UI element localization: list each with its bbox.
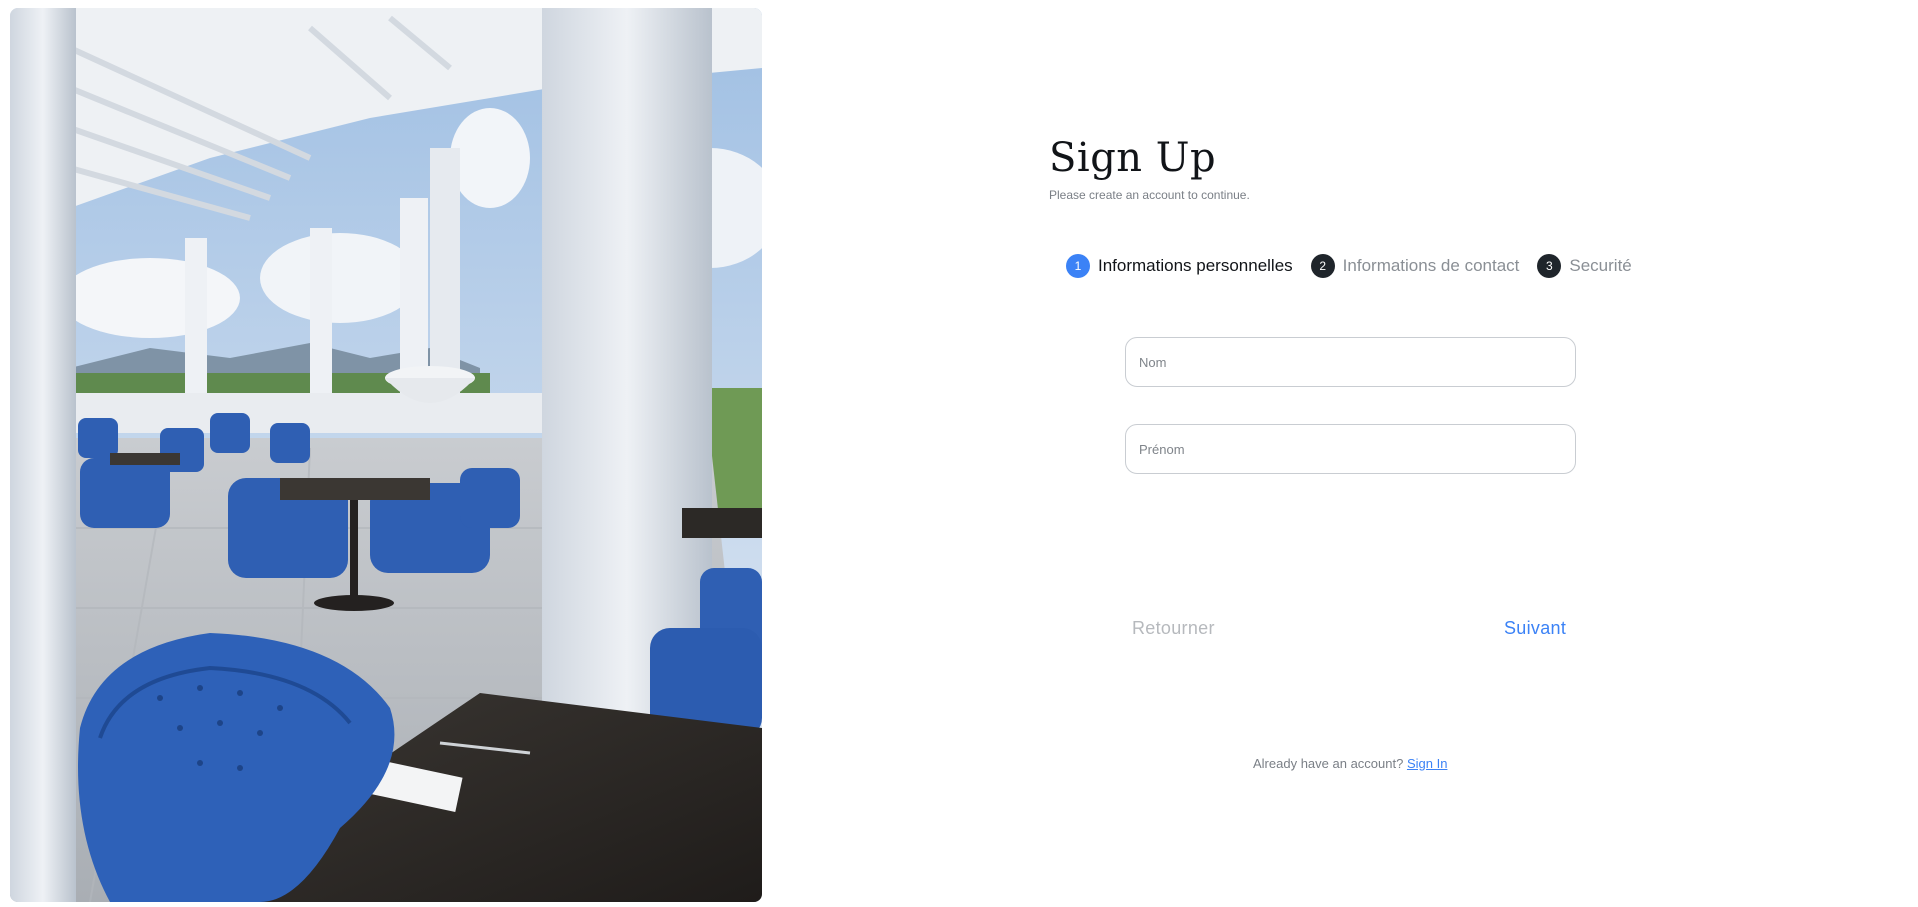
page-title: Sign Up xyxy=(1049,135,1217,181)
next-button[interactable]: Suivant xyxy=(1496,614,1574,643)
signin-prompt-text: Already have an account? xyxy=(1253,756,1404,771)
nom-field xyxy=(1125,337,1576,387)
step-contact-info[interactable]: 2 Informations de contact xyxy=(1310,254,1520,278)
signin-prompt: Already have an account? Sign In xyxy=(1253,756,1447,771)
step-number-badge: 1 xyxy=(1066,254,1090,278)
page-subtitle: Please create an account to continue. xyxy=(1049,188,1250,202)
step-personal-info[interactable]: 1 Informations personnelles xyxy=(1066,254,1293,278)
step-number-badge: 2 xyxy=(1310,254,1335,278)
signin-link[interactable]: Sign In xyxy=(1407,756,1447,771)
back-button[interactable]: Retourner xyxy=(1124,614,1223,643)
restaurant-terrace-illustration xyxy=(10,8,762,902)
prenom-field xyxy=(1125,424,1576,474)
nom-input[interactable] xyxy=(1126,338,1575,386)
hero-photo xyxy=(10,8,762,902)
step-label: Informations personnelles xyxy=(1098,256,1293,275)
signup-stepper: 1 Informations personnelles 2 Informatio… xyxy=(1066,254,1632,278)
step-number-badge: 3 xyxy=(1537,254,1562,278)
prenom-input[interactable] xyxy=(1126,425,1575,473)
sign-up-page: Sign Up Please create an account to cont… xyxy=(0,0,1918,907)
step-security[interactable]: 3 Securité xyxy=(1537,254,1632,278)
step-label: Securité xyxy=(1569,256,1632,275)
step-label: Informations de contact xyxy=(1342,256,1520,275)
